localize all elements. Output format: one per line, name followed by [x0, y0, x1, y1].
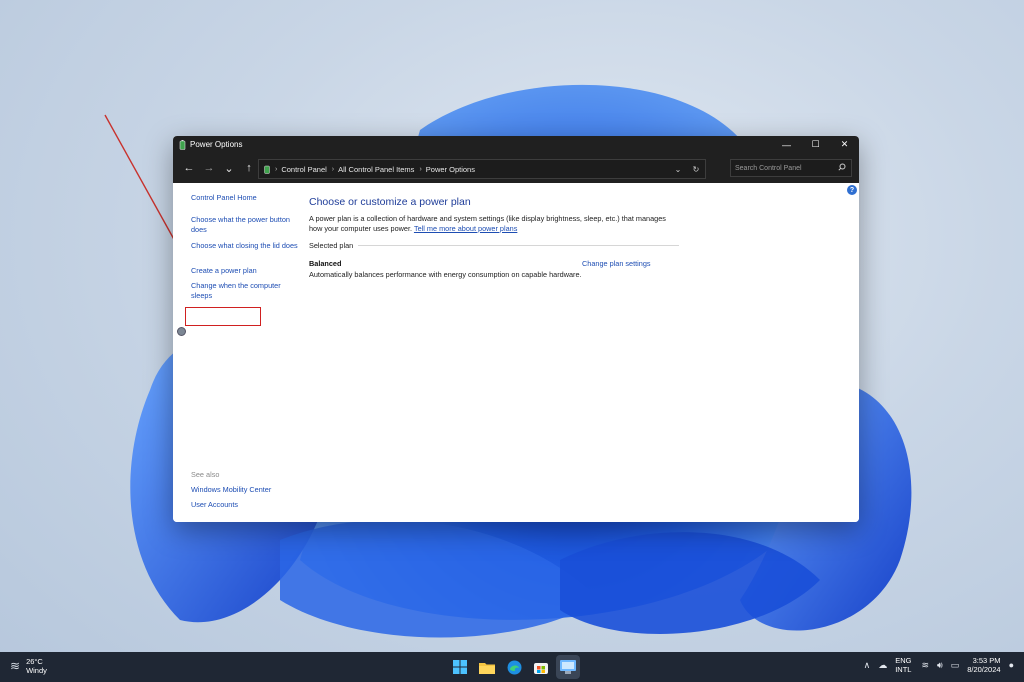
sidebar-item-closing-lid[interactable]: Choose what closing the lid does	[191, 241, 301, 251]
address-bar: ← → ⌄ ↑ › Control Panel › All Control Pa…	[173, 153, 859, 183]
refresh-button[interactable]: ↻	[687, 165, 705, 174]
moon-icon	[177, 327, 186, 336]
plan-description: Automatically balances performance with …	[309, 270, 582, 279]
up-button[interactable]: ↑	[239, 158, 259, 178]
breadcrumb-power-options[interactable]: Power Options	[426, 165, 475, 174]
page-description: A power plan is a collection of hardware…	[309, 214, 679, 234]
page-title: Choose or customize a power plan	[309, 196, 471, 208]
system-tray: ∧ ☁ ENG INTL ≋ 🔊︎ ▭ 3:53 PM 8/20/2024 ●	[864, 656, 1014, 674]
battery-icon	[264, 165, 270, 174]
clock[interactable]: 3:53 PM 8/20/2024	[967, 656, 1000, 674]
forward-button[interactable]: →	[199, 158, 219, 178]
breadcrumb-separator: ›	[419, 165, 422, 173]
see-also-user-accounts[interactable]: User Accounts	[191, 500, 301, 510]
title-bar: Power Options — ☐ ✕	[173, 136, 859, 153]
cloud-icon[interactable]: ☁	[878, 660, 887, 671]
sidebar-item-power-button[interactable]: Choose what the power button does	[191, 215, 301, 235]
clock-time: 3:53 PM	[972, 656, 1001, 665]
learn-more-link[interactable]: Tell me more about power plans	[414, 224, 517, 233]
sidebar-item-control-panel-home[interactable]: Control Panel Home	[191, 193, 301, 203]
help-icon[interactable]: ?	[847, 185, 857, 195]
sidebar-item-create-power-plan[interactable]: Create a power plan	[191, 266, 301, 276]
store-button[interactable]	[529, 655, 553, 679]
file-explorer-button[interactable]	[475, 655, 499, 679]
divider	[358, 245, 679, 246]
change-plan-settings-link[interactable]: Change plan settings	[582, 259, 651, 268]
main-panel: Choose or customize a power plan A power…	[309, 196, 679, 279]
taskbar-apps	[448, 655, 583, 679]
language-primary: ENG	[895, 656, 912, 665]
power-options-window: Power Options — ☐ ✕ ← → ⌄ ↑ › Control Pa…	[173, 136, 859, 522]
start-button[interactable]	[448, 655, 472, 679]
selected-plan-label: Selected plan	[309, 241, 354, 250]
search-input[interactable]: Search Control Panel	[730, 159, 852, 177]
language-secondary: INTL	[895, 665, 912, 674]
notification-icon[interactable]: ●	[1009, 660, 1014, 670]
back-button[interactable]: ←	[179, 158, 199, 178]
see-also-mobility-center[interactable]: Windows Mobility Center	[191, 485, 301, 495]
chevron-up-icon[interactable]: ∧	[864, 660, 871, 671]
breadcrumb-separator: ›	[331, 165, 335, 173]
see-also-label: See also	[191, 470, 220, 479]
selected-plan-group: Selected plan	[309, 241, 679, 250]
recent-locations-button[interactable]: ⌄	[219, 158, 239, 178]
highlight-box	[185, 307, 261, 326]
store-icon	[534, 663, 548, 674]
sidebar-item-change-sleep[interactable]: Change when the computer sleeps	[191, 281, 301, 301]
minimize-button[interactable]: —	[772, 136, 801, 153]
maximize-button[interactable]: ☐	[801, 136, 830, 153]
battery-icon[interactable]: ▭	[951, 660, 960, 671]
search-icon	[838, 163, 846, 171]
window-title: Power Options	[190, 140, 243, 149]
control-panel-button[interactable]	[556, 655, 580, 679]
search-placeholder: Search Control Panel	[735, 164, 802, 172]
language-indicator[interactable]: ENG INTL	[895, 656, 911, 674]
wifi-icon[interactable]: ≋	[921, 660, 929, 671]
wind-icon: ≋	[10, 659, 21, 673]
clock-date: 8/20/2024	[967, 665, 1001, 674]
breadcrumb-control-panel[interactable]: Control Panel	[281, 165, 326, 174]
breadcrumb-separator: ›	[275, 165, 278, 173]
breadcrumb-all-items[interactable]: All Control Panel Items	[338, 165, 414, 174]
control-panel-icon	[560, 660, 576, 674]
folder-icon	[479, 662, 495, 674]
address-dropdown-button[interactable]: ⌄	[669, 165, 687, 174]
content-area: Control Panel Home Choose what the power…	[173, 183, 859, 522]
edge-browser-button[interactable]	[502, 655, 526, 679]
weather-temp: 26°C	[26, 657, 43, 666]
windows-logo-icon	[453, 660, 467, 674]
close-button[interactable]: ✕	[830, 136, 859, 153]
edge-icon	[507, 660, 521, 674]
taskbar: ≋ 26°C Windy ∧ ☁ ENG INTL ≋ 🔊︎ ▭ 3:53 PM…	[0, 652, 1024, 682]
weather-widget[interactable]: ≋ 26°C Windy	[10, 657, 47, 675]
breadcrumb[interactable]: › Control Panel › All Control Panel Item…	[258, 159, 706, 179]
battery-icon	[179, 139, 186, 150]
volume-icon[interactable]: 🔊︎	[937, 660, 943, 671]
weather-condition: Windy	[26, 666, 47, 675]
